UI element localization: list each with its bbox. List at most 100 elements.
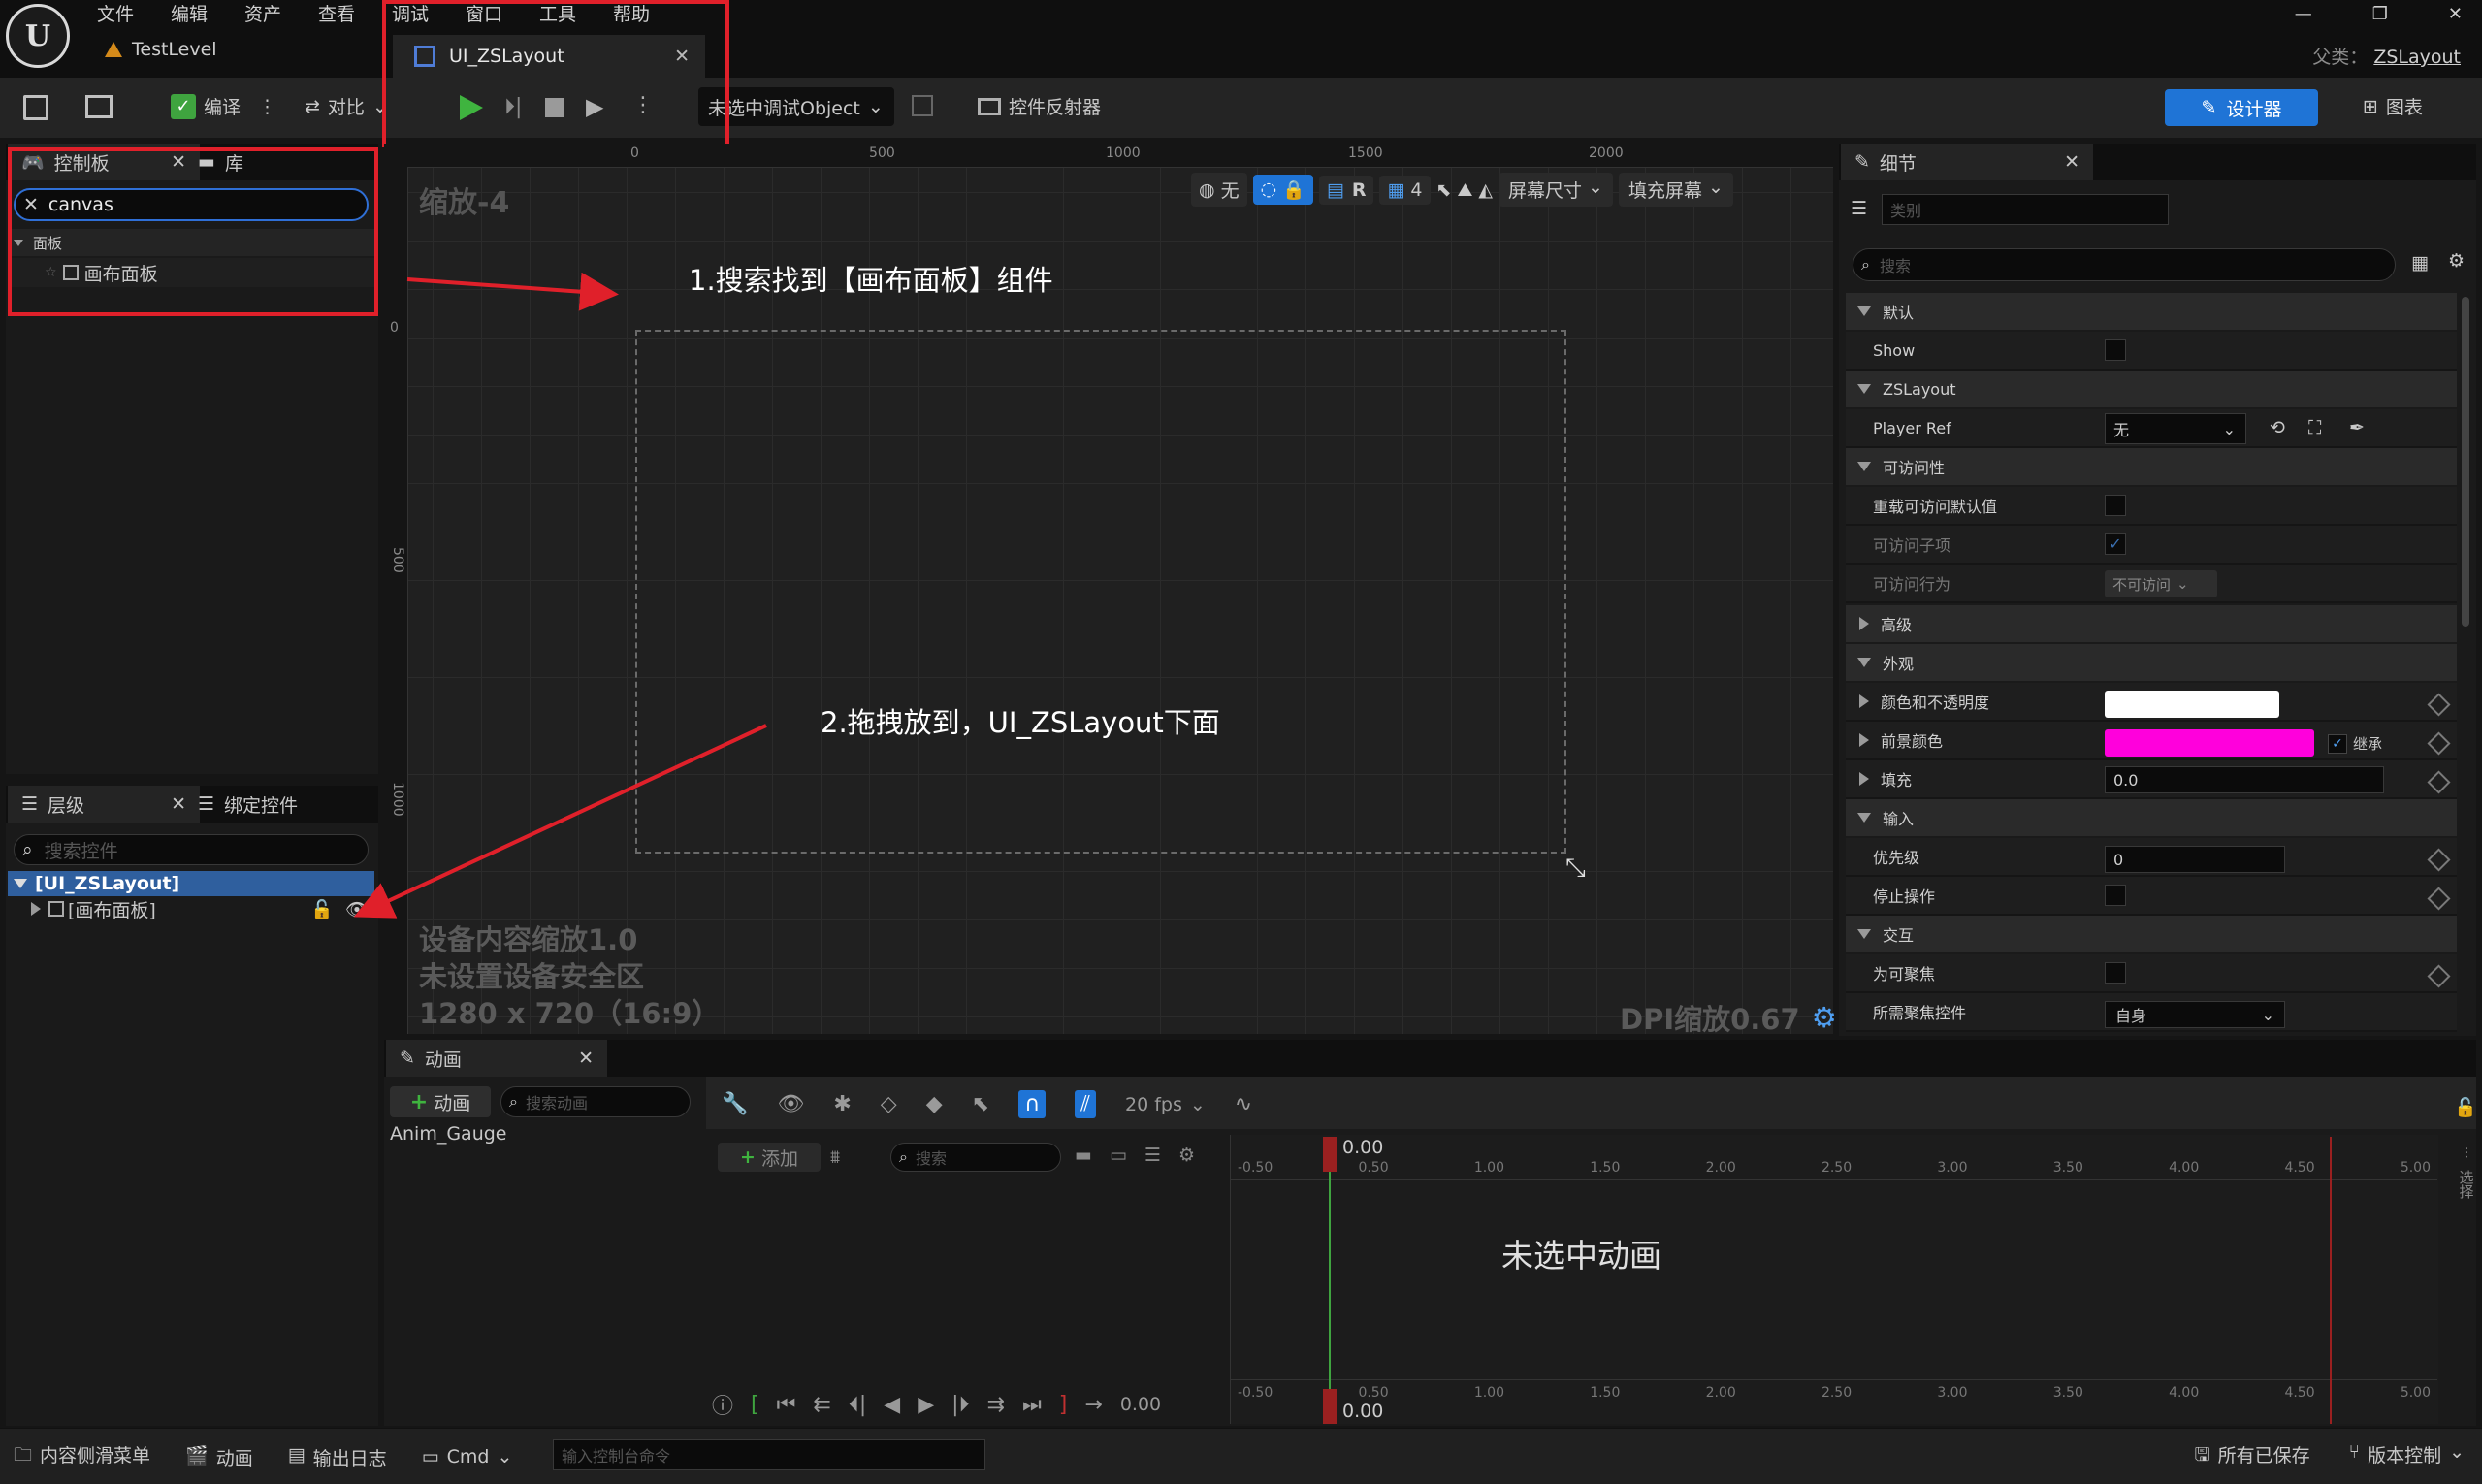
- sliders-icon[interactable]: ⫶: [2465, 1145, 2468, 1162]
- list-icon[interactable]: ☰: [1144, 1145, 1161, 1166]
- close-icon[interactable]: ✕: [2064, 151, 2079, 173]
- table-view-icon[interactable]: ▦: [2411, 252, 2429, 274]
- start-bracket-icon[interactable]: [: [751, 1393, 759, 1417]
- log-icon: ▤: [287, 1443, 306, 1466]
- tick-label: 4.00: [2169, 1385, 2200, 1401]
- step-forward-icon[interactable]: |⏵: [951, 1393, 969, 1417]
- wrench-icon[interactable]: 🔧: [722, 1092, 748, 1116]
- transport-controls: ⓘ [ ⏮ ⇇ ⏴| ◀ ▶ |⏵ ⇉ ⏭ ] → 0.00: [712, 1389, 1161, 1420]
- playhead-handle-bottom[interactable]: [1323, 1389, 1337, 1424]
- use-selected-icon[interactable]: ⟲: [2270, 417, 2285, 438]
- collapse-icon: [1857, 306, 1871, 316]
- details-scrollbar[interactable]: [2462, 297, 2469, 627]
- priority-input[interactable]: 0: [2105, 846, 2285, 873]
- padding-input[interactable]: 0.0: [2105, 766, 2384, 793]
- focusable-checkbox[interactable]: [2105, 962, 2126, 984]
- row-override-access: 重载可访问默认值: [1846, 487, 2457, 526]
- collapse-icon: [1857, 929, 1871, 939]
- section-default[interactable]: 默认: [1846, 293, 2457, 330]
- playhead-handle-top[interactable]: [1323, 1137, 1337, 1172]
- track-tools: ▬ ▭ ☰ ⚙: [1075, 1145, 1195, 1166]
- tick-label: -0.50: [1238, 1385, 1273, 1401]
- expand-all-icon[interactable]: ▭: [1110, 1145, 1127, 1166]
- visibility-icon[interactable]: 👁: [777, 1092, 804, 1116]
- category-list-icon[interactable]: ☰: [1851, 198, 1867, 219]
- gear-icon[interactable]: ⚙: [1812, 1001, 1837, 1034]
- info-icon[interactable]: ⓘ: [712, 1389, 733, 1420]
- fg-color-swatch[interactable]: [2105, 729, 2314, 757]
- next-key-icon[interactable]: ⇉: [987, 1393, 1005, 1417]
- content-drawer-button[interactable]: 🗀 内容侧滑菜单: [14, 1441, 150, 1472]
- end-bracket-icon[interactable]: ]: [1059, 1393, 1068, 1417]
- tick-label: 1.50: [1590, 1385, 1621, 1401]
- category-filter[interactable]: 类别: [1882, 194, 2169, 225]
- gear-icon[interactable]: ⚙: [1178, 1145, 1195, 1166]
- player-ref-select[interactable]: 无 ⌄: [2105, 413, 2246, 444]
- section-zslayout[interactable]: ZSLayout: [1846, 371, 2457, 407]
- collapse-all-icon[interactable]: ▬: [1075, 1145, 1092, 1166]
- details-search-input[interactable]: ⌕ 搜索: [1853, 248, 2396, 281]
- end-marker[interactable]: [2330, 1137, 2332, 1424]
- expand-icon: [1859, 694, 1869, 708]
- key-filled-icon[interactable]: ◆: [926, 1092, 943, 1116]
- animation-search-input[interactable]: ⌕ 搜索动画: [500, 1086, 691, 1117]
- tab-animations[interactable]: ✎ 动画 ✕: [386, 1040, 607, 1077]
- track-search-input[interactable]: ⌕ 搜索: [890, 1143, 1061, 1172]
- chevron-down-icon: ⌄: [2261, 1005, 2274, 1024]
- output-log-button[interactable]: ▤ 输出日志: [288, 1444, 387, 1470]
- focus-widget-select[interactable]: 自身 ⌄: [2105, 1001, 2285, 1028]
- tick-label: 1.50: [1590, 1160, 1621, 1176]
- skip-end-icon[interactable]: ⏭: [1022, 1393, 1042, 1417]
- animation-list-item[interactable]: Anim_Gauge: [390, 1123, 507, 1145]
- animation-button[interactable]: 🎬 动画: [185, 1444, 253, 1470]
- chevron-down-icon: ⌄: [2222, 419, 2236, 438]
- section-input[interactable]: 输入: [1846, 799, 2457, 836]
- play-icon[interactable]: ▶: [918, 1393, 934, 1417]
- tick-label: 2.50: [1821, 1385, 1853, 1401]
- loop-icon[interactable]: →: [1084, 1393, 1102, 1417]
- override-access-checkbox[interactable]: [2105, 495, 2126, 516]
- browse-asset-icon[interactable]: ⛶: [2308, 417, 2321, 438]
- cmd-select[interactable]: ▭ Cmd ⌄: [422, 1446, 513, 1468]
- magnet-icon[interactable]: ∩: [1018, 1090, 1047, 1118]
- inherit-checkbox[interactable]: ✓ 继承: [2328, 733, 2382, 754]
- show-checkbox[interactable]: [2105, 339, 2126, 361]
- chevron-down-icon: ⌄: [1189, 1093, 1206, 1115]
- access-children-checkbox[interactable]: ✓: [2105, 533, 2126, 555]
- current-time[interactable]: 0.00: [1120, 1394, 1161, 1415]
- tick-label: 2.00: [1705, 1160, 1736, 1176]
- pencil-icon: ✎: [1854, 151, 1870, 173]
- cursor-icon[interactable]: ⬉: [972, 1092, 989, 1116]
- settings-gear-icon[interactable]: ⚙: [2448, 250, 2465, 272]
- key-icon[interactable]: ◇: [881, 1092, 897, 1116]
- sequencer-tools: 🔧 👁 ✱ ◇ ◆ ⬉ ∩ ⫽ 20 fps ⌄ ∿: [722, 1090, 1252, 1118]
- timeline-ticks-bottom: -0.50 0.50 1.00 1.50 2.00 2.50 3.00 3.50…: [1238, 1385, 2431, 1401]
- console-input[interactable]: 输入控制台命令: [553, 1439, 985, 1470]
- prev-key-icon[interactable]: ⇇: [813, 1393, 830, 1417]
- close-icon[interactable]: ✕: [578, 1048, 594, 1069]
- section-advanced[interactable]: 高级: [1846, 605, 2457, 642]
- lock-icon[interactable]: 🔓: [2454, 1096, 2477, 1118]
- playhead[interactable]: [1329, 1137, 1331, 1424]
- snap-frame-icon[interactable]: ⫽: [1075, 1090, 1096, 1118]
- section-appearance[interactable]: 外观: [1846, 644, 2457, 681]
- curve-editor-icon[interactable]: ∿: [1235, 1092, 1252, 1116]
- version-control-button[interactable]: ⑂ 版本控制 ⌄: [2349, 1441, 2465, 1472]
- section-interaction[interactable]: 交互: [1846, 916, 2457, 952]
- fps-select[interactable]: 20 fps ⌄: [1125, 1094, 1206, 1115]
- stop-action-checkbox[interactable]: [2105, 885, 2126, 906]
- tab-details[interactable]: ✎ 细节 ✕: [1841, 144, 2093, 180]
- save-status-button[interactable]: 🖫 所有已保存: [2194, 1441, 2309, 1472]
- step-back-icon[interactable]: ⏴|: [849, 1393, 866, 1417]
- skip-start-icon[interactable]: ⏮: [777, 1393, 796, 1417]
- play-reverse-icon[interactable]: ◀: [884, 1393, 900, 1417]
- color-opacity-swatch[interactable]: [2105, 691, 2279, 718]
- eyedropper-icon[interactable]: ✒: [2349, 417, 2365, 438]
- add-track-button[interactable]: + 添加: [718, 1143, 821, 1172]
- auto-key-icon[interactable]: ✱: [833, 1092, 851, 1116]
- section-accessibility[interactable]: 可访问性: [1846, 448, 2457, 485]
- access-behavior-select[interactable]: 不可访问 ⌄: [2105, 570, 2217, 597]
- add-animation-button[interactable]: + 动画: [390, 1086, 491, 1117]
- animation-tabbar: [384, 1040, 2476, 1077]
- filter-icon[interactable]: ⩩: [830, 1146, 840, 1168]
